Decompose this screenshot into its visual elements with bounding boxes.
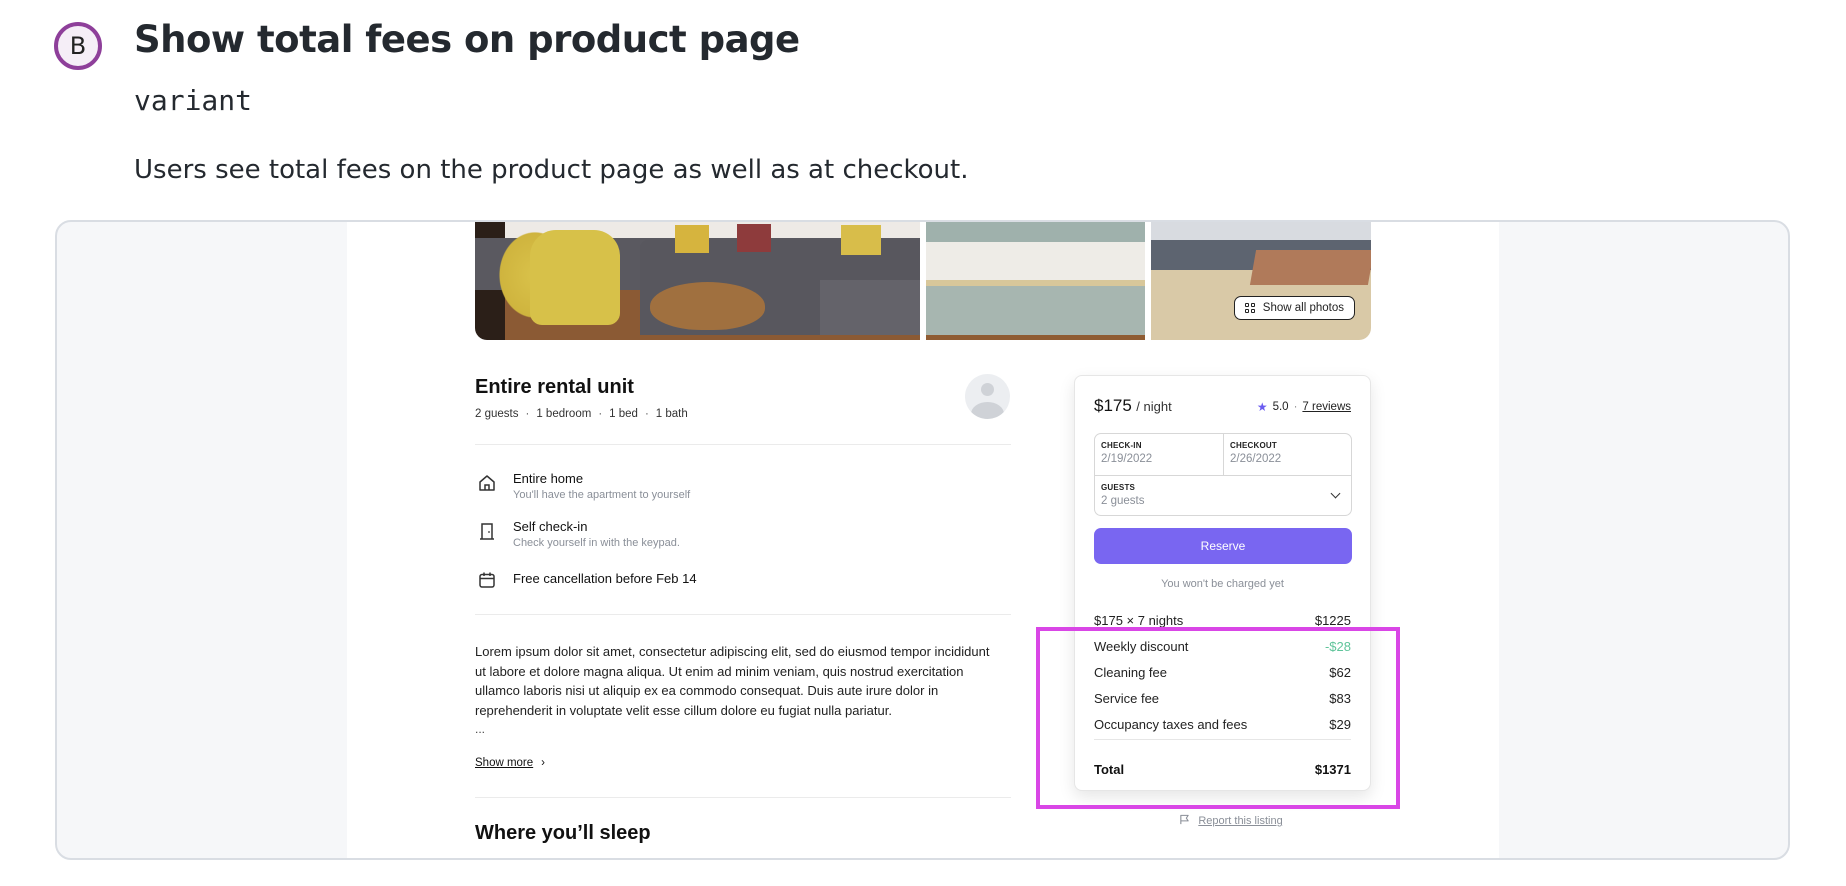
photo-city-view[interactable]: Show all photos: [1151, 222, 1371, 340]
checkout-field[interactable]: CHECKOUT 2/26/2022: [1224, 434, 1351, 475]
where-youll-sleep-heading: Where you’ll sleep: [475, 822, 651, 844]
experiment-type: variant: [134, 84, 253, 117]
show-more-link[interactable]: Show more ›: [475, 757, 545, 769]
nightly-price: $175: [1094, 396, 1132, 415]
host-avatar[interactable]: [965, 374, 1010, 419]
feature-title: Free cancellation before Feb 14: [513, 571, 697, 586]
checkout-label: CHECKOUT: [1230, 441, 1277, 450]
not-charged-note: You won't be charged yet: [1161, 578, 1284, 590]
line-item-label: Cleaning fee: [1094, 665, 1167, 680]
line-item-amount: -$28: [1324, 639, 1351, 654]
rating-value: 5.0: [1272, 401, 1289, 413]
listing-description: Lorem ipsum dolor sit amet, consectetur …: [475, 644, 990, 718]
star-icon: ★: [1256, 400, 1268, 414]
feature-self-checkin: Self check-in Check yourself in with the…: [475, 519, 680, 549]
coffee-table-shape: [650, 282, 765, 330]
line-item-label: $175 × 7 nights: [1094, 613, 1184, 628]
avatar-body-shape: [971, 402, 1004, 419]
report-listing[interactable]: Report this listing: [1121, 814, 1341, 828]
booking-card: $175 / night ★ 5.0 · 7 reviews CHECK-IN …: [1074, 375, 1371, 791]
pillow-shape: [675, 225, 709, 253]
door-icon: [475, 519, 499, 543]
show-more-label[interactable]: Show more: [475, 757, 533, 769]
experiment-title: Show total fees on product page: [134, 18, 800, 61]
total-row: Total $1371: [1094, 762, 1351, 777]
total-label: Total: [1094, 762, 1125, 777]
photo-gallery: Show all photos: [475, 222, 1371, 340]
checkin-label: CHECK-IN: [1101, 441, 1142, 450]
flag-icon: [1179, 814, 1190, 828]
checkout-value: 2/26/2022: [1230, 453, 1282, 465]
feature-subtitle: You'll have the apartment to yourself: [513, 489, 691, 501]
variant-letter: B: [69, 32, 87, 60]
reviews-link[interactable]: 7 reviews: [1302, 401, 1351, 413]
detail-baths: 1 bath: [655, 408, 688, 420]
line-item-nights: $175 × 7 nights $1225: [1094, 613, 1351, 628]
line-item-cleaning-fee: Cleaning fee $62: [1094, 665, 1351, 680]
armchair-shape: [530, 230, 620, 325]
reserve-button[interactable]: Reserve: [1094, 528, 1352, 564]
report-listing-link[interactable]: Report this listing: [1198, 815, 1282, 827]
show-all-photos-label: Show all photos: [1262, 302, 1344, 314]
line-item-weekly-discount: Weekly discount -$28: [1094, 639, 1351, 654]
feature-subtitle: Check yourself in with the keypad.: [513, 537, 680, 549]
home-icon: [475, 471, 499, 495]
price-row: $175 / night ★ 5.0 · 7 reviews: [1094, 396, 1351, 416]
checkin-field[interactable]: CHECK-IN 2/19/2022: [1095, 434, 1224, 475]
detail-beds: 1 bed: [609, 408, 638, 420]
separator: ·: [644, 408, 649, 420]
listing-title: Entire rental unit: [475, 376, 634, 398]
divider: [475, 614, 1011, 615]
guests-label: GUESTS: [1101, 483, 1136, 492]
rating: ★ 5.0 · 7 reviews: [1257, 400, 1351, 414]
variant-badge: B: [54, 22, 102, 70]
line-item-label: Occupancy taxes and fees: [1094, 717, 1248, 732]
listing-page: Show all photos Entire rental unit 2 gue…: [347, 222, 1499, 858]
calendar-icon: [475, 568, 499, 592]
pillow-shape: [737, 224, 771, 252]
line-item-amount: $83: [1329, 691, 1351, 706]
guests-value: 2 guests: [1101, 495, 1145, 507]
checkin-value: 2/19/2022: [1101, 453, 1153, 465]
separator: ·: [598, 408, 603, 420]
detail-guests: 2 guests: [475, 408, 519, 420]
separator: ·: [525, 408, 530, 420]
line-item-label: Service fee: [1094, 691, 1160, 706]
feature-title: Self check-in: [513, 519, 588, 534]
divider: [475, 797, 1011, 798]
line-item-amount: $1225: [1314, 613, 1351, 628]
feature-title: Entire home: [513, 471, 584, 486]
chevron-right-icon: ›: [541, 757, 546, 769]
feature-entire-home: Entire home You'll have the apartment to…: [475, 471, 690, 501]
line-item-occupancy-taxes: Occupancy taxes and fees $29: [1094, 717, 1351, 732]
show-all-photos-button[interactable]: Show all photos: [1233, 296, 1355, 320]
divider: [1094, 739, 1351, 740]
experiment-description: Users see total fees on the product page…: [134, 155, 969, 185]
avatar-head-shape: [981, 383, 994, 396]
line-item-amount: $62: [1329, 665, 1351, 680]
per-night-label: / night: [1136, 399, 1172, 414]
separator: ·: [1293, 401, 1298, 413]
photo-living-room[interactable]: [475, 222, 920, 340]
pillow-shape: [841, 225, 881, 255]
date-picker: CHECK-IN 2/19/2022 CHECKOUT 2/26/2022 GU…: [1094, 433, 1352, 516]
divider: [475, 444, 1011, 445]
detail-bedrooms: 1 bedroom: [536, 408, 592, 420]
line-item-amount: $29: [1329, 717, 1351, 732]
guests-select[interactable]: GUESTS 2 guests: [1095, 475, 1351, 515]
listing-details: 2 guests · 1 bedroom · 1 bed · 1 bath: [475, 408, 688, 420]
grid-icon: [1244, 303, 1255, 313]
photo-kitchen[interactable]: [926, 222, 1145, 340]
line-item-service-fee: Service fee $83: [1094, 691, 1351, 706]
preview-frame: Show all photos Entire rental unit 2 gue…: [55, 220, 1790, 860]
description-ellipsis: ...: [475, 722, 486, 736]
feature-free-cancellation: Free cancellation before Feb 14: [475, 568, 697, 592]
total-amount: $1371: [1314, 762, 1351, 777]
line-item-label: Weekly discount: [1094, 639, 1189, 654]
